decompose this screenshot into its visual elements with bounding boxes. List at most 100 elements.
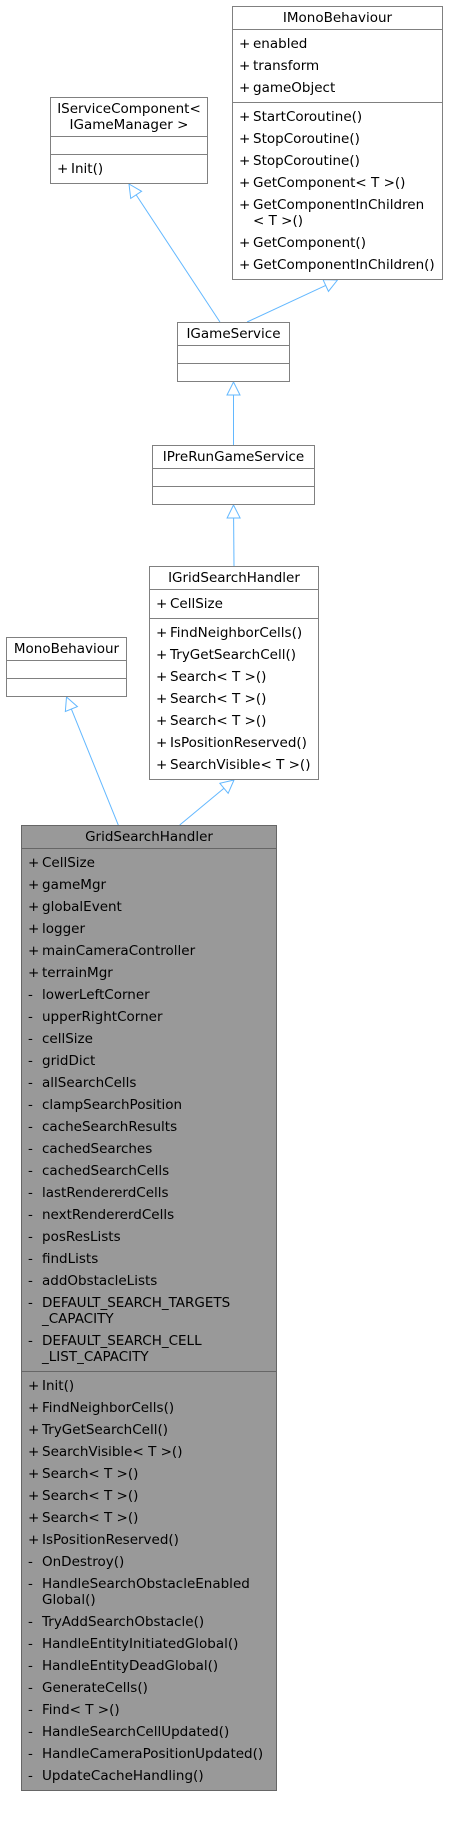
operations-section: + FindNeighborCells() + TryGetSearchCell() +… xyxy=(150,618,318,779)
visibility-marker: - xyxy=(28,1658,33,1674)
member-name: FindNeighborCells() xyxy=(42,1400,175,1416)
visibility-marker: + xyxy=(239,175,251,191)
attribute-item: - findLists xyxy=(28,1248,270,1270)
visibility-marker: + xyxy=(28,921,40,937)
visibility-marker: + xyxy=(239,131,251,147)
visibility-marker: + xyxy=(156,625,168,641)
inheritance-arrowhead xyxy=(64,695,79,713)
inheritance-arrowhead xyxy=(128,183,143,200)
class-diagram: IMonoBehaviour + enabled + transform + gameOb… xyxy=(0,0,449,1823)
member-name: IsPositionReserved() xyxy=(42,1532,179,1548)
operation-item: + IsPositionReserved() xyxy=(156,732,312,754)
operation-item: + TryGetSearchCell() xyxy=(156,644,312,666)
operation-item: + StopCoroutine() xyxy=(239,150,436,172)
member-name: DEFAULT_SEARCH_CELL _LIST_CAPACITY xyxy=(42,1333,202,1365)
operation-item: + Search< T >() xyxy=(156,666,312,688)
class-gridsearchhandler[interactable]: GridSearchHandler + CellSize + gameMgr + glob… xyxy=(21,825,277,1791)
visibility-marker: + xyxy=(239,153,251,169)
visibility-marker: - xyxy=(28,1119,33,1135)
member-name: HandleEntityInitiatedGlobal() xyxy=(42,1636,239,1652)
member-name: mainCameraController xyxy=(42,943,196,959)
operation-item: + StartCoroutine() xyxy=(239,106,436,128)
attribute-item: - nextRendererdCells xyxy=(28,1204,270,1226)
class-iprerungameservice[interactable]: IPreRunGameService xyxy=(152,445,315,505)
class-title: GridSearchHandler xyxy=(85,829,213,845)
member-name: StopCoroutine() xyxy=(253,153,360,169)
attributes-section xyxy=(153,468,314,486)
attribute-item: - cellSize xyxy=(28,1028,270,1050)
member-name: HandleSearchCellUpdated() xyxy=(42,1724,230,1740)
member-name: transform xyxy=(253,58,320,74)
class-title: IPreRunGameService xyxy=(162,449,305,465)
attribute-item: + transform xyxy=(239,55,436,77)
member-name: cacheSearchResults xyxy=(42,1119,178,1135)
member-name: HandleCameraPositionUpdated() xyxy=(42,1746,264,1762)
visibility-marker: - xyxy=(28,1636,33,1652)
attributes-section: + CellSize + gameMgr + globalEvent + logger + mai… xyxy=(22,848,276,1371)
member-name: nextRendererdCells xyxy=(42,1207,175,1223)
visibility-marker: + xyxy=(156,713,168,729)
edge-gridsearchhandler-to-monobehaviour xyxy=(70,708,119,826)
class-monobehaviour[interactable]: MonoBehaviour xyxy=(6,637,127,697)
visibility-marker: + xyxy=(57,161,69,177)
member-name: globalEvent xyxy=(42,899,122,915)
visibility-marker: + xyxy=(239,197,251,213)
operations-section xyxy=(7,678,126,696)
visibility-marker: - xyxy=(28,1229,33,1245)
visibility-marker: - xyxy=(28,1163,33,1179)
class-igridsearchhandler[interactable]: IGridSearchHandler + CellSize + FindNeighb… xyxy=(149,566,319,780)
visibility-marker: + xyxy=(156,691,168,707)
attribute-item: - cacheSearchResults xyxy=(28,1116,270,1138)
member-name: Search< T >() xyxy=(170,713,267,729)
member-name: CellSize xyxy=(170,596,223,612)
visibility-marker: + xyxy=(239,235,251,251)
operation-item: + GetComponent< T >() xyxy=(239,172,436,194)
attribute-item: + terrainMgr xyxy=(28,962,270,984)
operation-item: + Search< T >() xyxy=(28,1463,270,1485)
visibility-marker: + xyxy=(156,647,168,663)
member-name: Find< T >() xyxy=(42,1702,120,1718)
operation-item: - UpdateCacheHandling() xyxy=(28,1765,270,1787)
member-name: findLists xyxy=(42,1251,99,1267)
attribute-item: - clampSearchPosition xyxy=(28,1094,270,1116)
member-name: Search< T >() xyxy=(170,691,267,707)
attribute-item: - upperRightCorner xyxy=(28,1006,270,1028)
inheritance-arrowhead xyxy=(226,503,241,519)
attribute-item: - addObstacleLists xyxy=(28,1270,270,1292)
member-name: HandleEntityDeadGlobal() xyxy=(42,1658,219,1674)
operation-item: + SearchVisible< T >() xyxy=(156,754,312,776)
member-name: cachedSearchCells xyxy=(42,1163,170,1179)
visibility-marker: + xyxy=(239,80,251,96)
operations-section: + Init() xyxy=(51,154,207,183)
visibility-marker: - xyxy=(28,1185,33,1201)
visibility-marker: + xyxy=(239,58,251,74)
operation-item: - TryAddSearchObstacle() xyxy=(28,1611,270,1633)
attribute-item: - posResLists xyxy=(28,1226,270,1248)
member-name: TryAddSearchObstacle() xyxy=(42,1614,205,1630)
operation-item: - GenerateCells() xyxy=(28,1677,270,1699)
visibility-marker: + xyxy=(28,1444,40,1460)
member-name: allSearchCells xyxy=(42,1075,137,1091)
visibility-marker: - xyxy=(28,1724,33,1740)
visibility-marker: + xyxy=(28,855,40,871)
attribute-item: + mainCameraController xyxy=(28,940,270,962)
member-name: SearchVisible< T >() xyxy=(42,1444,183,1460)
member-name: IsPositionReserved() xyxy=(170,735,307,751)
visibility-marker: - xyxy=(28,1768,33,1784)
operation-item: + GetComponentInChildren < T >() xyxy=(239,194,436,232)
class-igameservice[interactable]: IGameService xyxy=(177,322,290,382)
member-name: cachedSearches xyxy=(42,1141,153,1157)
attribute-item: - gridDict xyxy=(28,1050,270,1072)
class-imonobehaviour[interactable]: IMonoBehaviour + enabled + transform + gameOb… xyxy=(232,6,443,280)
edge-gridsearchhandler-to-igridsearchhandler xyxy=(179,787,225,826)
attribute-item: + logger xyxy=(28,918,270,940)
operation-item: + TryGetSearchCell() xyxy=(28,1419,270,1441)
class-iservicecomponent[interactable]: IServiceComponent< IGameManager > + Init(… xyxy=(50,97,208,184)
attribute-item: - DEFAULT_SEARCH_TARGETS _CAPACITY xyxy=(28,1292,270,1330)
member-name: GenerateCells() xyxy=(42,1680,148,1696)
attributes-section: + enabled + transform + gameObject xyxy=(233,29,442,102)
member-name: lastRendererdCells xyxy=(42,1185,169,1201)
member-name: CellSize xyxy=(42,855,95,871)
attribute-item: + gameMgr xyxy=(28,874,270,896)
class-title: IServiceComponent< IGameManager > xyxy=(57,101,201,133)
